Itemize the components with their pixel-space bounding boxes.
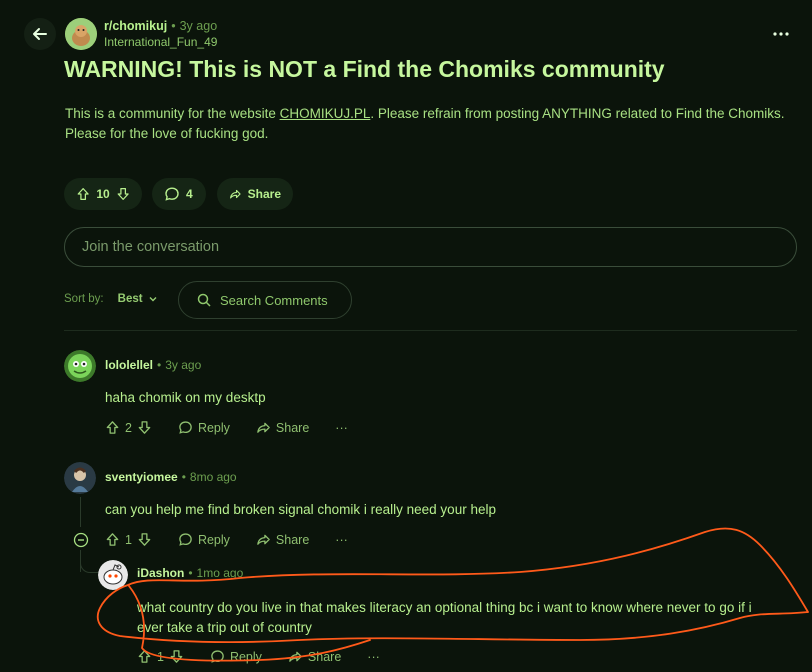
- sort-value: Best: [117, 293, 143, 305]
- post-author[interactable]: International_Fun_49: [104, 35, 217, 49]
- comment-vote-count: 1: [125, 532, 132, 547]
- comment-author[interactable]: iDashon: [137, 566, 184, 580]
- post-title: WARNING! This is NOT a Find the Chomiks …: [64, 56, 665, 82]
- more-options-icon[interactable]: ···: [335, 421, 348, 435]
- back-button[interactable]: [24, 18, 56, 50]
- downvote-icon[interactable]: [169, 649, 184, 664]
- comment-author[interactable]: sventyiomee: [105, 470, 178, 484]
- chomikuj-link[interactable]: CHOMIKUJ.PL: [280, 106, 371, 121]
- comment-composer[interactable]: Join the conversation: [64, 227, 797, 267]
- comment-age: 8mo ago: [189, 470, 237, 484]
- separator-dot: •: [171, 19, 176, 33]
- comment-actions: 2 Reply Share ···: [105, 420, 348, 435]
- upvote-icon[interactable]: [105, 532, 120, 547]
- reply-button[interactable]: Reply: [178, 420, 230, 435]
- comment-text: what country do you live in that makes l…: [137, 600, 752, 635]
- share-icon: [257, 534, 270, 545]
- comment-vote-count: 1: [157, 649, 164, 664]
- comment-age: 1mo ago: [196, 566, 244, 580]
- comment-icon: [165, 187, 179, 201]
- more-options-icon[interactable]: ···: [367, 650, 380, 664]
- share-button[interactable]: Share: [256, 420, 309, 435]
- comment-author[interactable]: lololellel: [105, 358, 153, 372]
- chevron-down-icon: [149, 297, 157, 302]
- avatar[interactable]: [64, 462, 96, 494]
- downvote-icon[interactable]: [116, 186, 130, 202]
- composer-placeholder: Join the conversation: [82, 239, 220, 255]
- comments-button[interactable]: 4: [152, 178, 206, 210]
- downvote-icon[interactable]: [137, 532, 152, 547]
- reply-button[interactable]: Reply: [178, 532, 230, 547]
- avatar[interactable]: [64, 350, 96, 382]
- comment-text: haha chomik on my desktp: [105, 390, 266, 405]
- search-comments[interactable]: Search Comments: [178, 281, 352, 319]
- avatar[interactable]: [98, 560, 128, 590]
- comment-actions: 1 Reply Share ···: [105, 532, 348, 547]
- post-age: 3y ago: [179, 19, 218, 33]
- sort-dropdown[interactable]: Best: [118, 293, 158, 305]
- share-icon: [289, 651, 302, 662]
- more-options-icon[interactable]: ···: [335, 533, 348, 547]
- subreddit-name[interactable]: r/chomikuj: [104, 19, 167, 33]
- comment-icon: [179, 533, 192, 546]
- share-button[interactable]: Share: [288, 649, 341, 664]
- comment-text: can you help me find broken signal chomi…: [105, 502, 496, 517]
- vote-count: 10: [96, 187, 110, 201]
- comment-vote-bar: 1: [137, 649, 184, 664]
- comment-icon: [179, 421, 192, 434]
- share-label: Share: [247, 187, 281, 201]
- upvote-icon[interactable]: [137, 649, 152, 664]
- post-body: This is a community for the website CHOM…: [65, 106, 785, 141]
- upvote-icon[interactable]: [105, 420, 120, 435]
- share-icon: [230, 189, 241, 199]
- comment-icon: [211, 650, 224, 663]
- collapse-thread-icon[interactable]: [73, 532, 89, 548]
- comment-vote-bar: 2: [105, 420, 152, 435]
- search-icon: [197, 293, 211, 307]
- thread-line: [80, 497, 81, 527]
- share-button[interactable]: Share: [256, 532, 309, 547]
- downvote-icon[interactable]: [137, 420, 152, 435]
- comment-age: 3y ago: [165, 358, 202, 372]
- reply-button[interactable]: Reply: [210, 649, 262, 664]
- comment-count: 4: [186, 187, 193, 201]
- search-placeholder: Search Comments: [220, 292, 328, 308]
- comment-vote-count: 2: [125, 420, 132, 435]
- post-more-icon[interactable]: [771, 24, 791, 44]
- comment-actions: 1 Reply Share ···: [137, 649, 380, 664]
- share-button[interactable]: Share: [217, 178, 293, 210]
- upvote-icon[interactable]: [76, 186, 90, 202]
- back-arrow-icon: [33, 28, 47, 40]
- comment-vote-bar: 1: [105, 532, 152, 547]
- vote-bar: 10: [64, 178, 142, 210]
- subreddit-avatar[interactable]: [65, 18, 97, 50]
- divider: [64, 330, 797, 331]
- sort-label: Sort by:: [64, 293, 104, 305]
- share-icon: [257, 422, 270, 433]
